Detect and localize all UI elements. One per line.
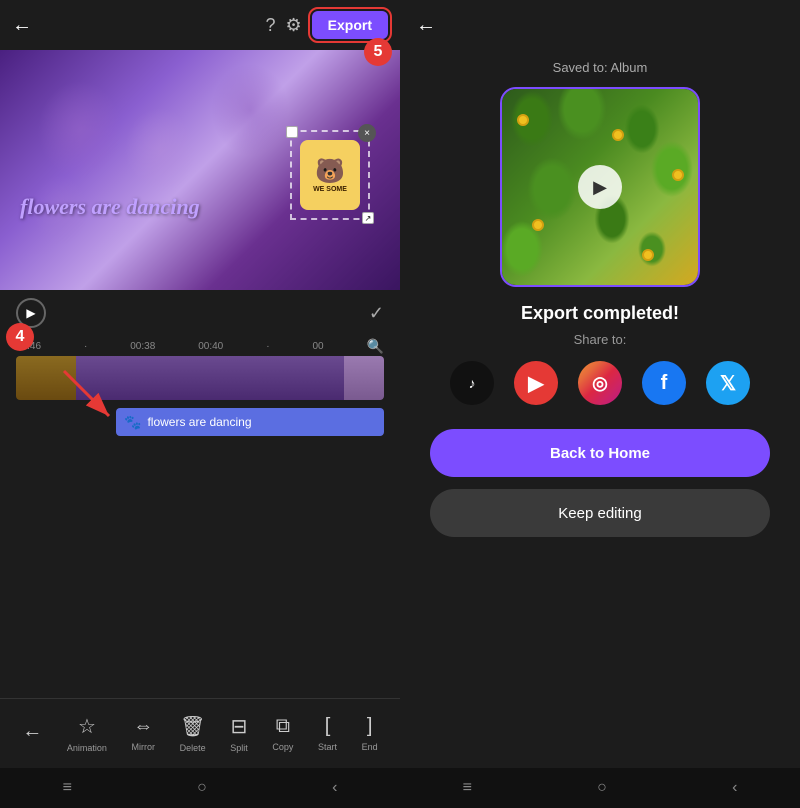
left-panel: ← ? ⚙ Export 5 flowers are dancing × 🐻 W… (0, 0, 400, 808)
tool-start-label: Start (318, 742, 337, 752)
strip-segment-light (344, 356, 384, 400)
tool-copy-label: Copy (272, 742, 293, 752)
tool-end[interactable]: ] End (362, 715, 378, 752)
help-icon[interactable]: ? (266, 15, 276, 36)
dancing-text-overlay: flowers are dancing (20, 194, 200, 220)
youtube-icon: ▶ (528, 371, 543, 396)
nav-home-icon[interactable]: ○ (197, 779, 207, 797)
right-nav-back-icon[interactable]: ‹ (732, 779, 737, 797)
back-button[interactable]: ← (12, 14, 32, 37)
share-label: Share to: (574, 332, 627, 347)
right-back-button[interactable]: ← (416, 14, 436, 37)
step-5-badge: 5 (364, 38, 392, 66)
flower-dot-1 (517, 114, 529, 126)
sticker-label: WE SOME (313, 186, 347, 193)
sticker-handle-topleft[interactable] (286, 126, 298, 138)
back-to-home-button[interactable]: Back to Home (430, 429, 770, 477)
export-completed-text: Export completed! (521, 303, 679, 324)
share-facebook-button[interactable]: f (642, 361, 686, 405)
tool-animation-icon: ☆ (78, 714, 96, 739)
timeline-ruler: 01:46 · 00:38 00:40 · 00 🔍 (0, 336, 400, 356)
ruler-marks: 01:46 · 00:38 00:40 · 00 🔍 (16, 338, 384, 355)
share-twitter-button[interactable]: 𝕏 (706, 361, 750, 405)
facebook-icon: f (661, 372, 668, 395)
tool-back[interactable]: ← (22, 720, 42, 747)
step-4-badge: 4 (6, 323, 34, 351)
sticker-selection-box[interactable]: × 🐻 WE SOME ↗ (290, 130, 370, 220)
right-nav-home-icon[interactable]: ○ (597, 779, 607, 797)
text-track[interactable]: 🐾 flowers are dancing (116, 408, 384, 436)
zoom-icon[interactable]: 🔍 (367, 338, 384, 355)
tool-mirror-icon: ⇔ (133, 715, 153, 738)
text-track-label: flowers are dancing (147, 415, 251, 429)
video-preview: flowers are dancing × 🐻 WE SOME ↗ (0, 50, 400, 290)
sticker-handle-bottomright[interactable]: ↗ (362, 212, 374, 224)
nav-back-icon[interactable]: ‹ (332, 779, 337, 797)
tool-start-icon: [ (325, 715, 331, 738)
right-header: ← (400, 0, 800, 50)
tool-split[interactable]: ⊟ Split (230, 714, 248, 753)
tool-end-label: End (362, 742, 378, 752)
share-youtube-button[interactable]: ▶ (514, 361, 558, 405)
tool-animation-label: Animation (67, 743, 107, 753)
export-thumbnail[interactable]: ▶ (500, 87, 700, 287)
settings-icon[interactable]: ⚙ (286, 15, 302, 36)
share-tiktok-button[interactable]: ♪ (450, 361, 494, 405)
tool-delete-icon: 🗑 (180, 714, 205, 739)
flower-dot-5 (642, 249, 654, 261)
sticker-emoji: 🐻 (315, 157, 345, 186)
tool-delete[interactable]: 🗑 Delete (180, 714, 206, 753)
sticker-content: 🐻 WE SOME (300, 140, 360, 210)
flower-dot-2 (612, 129, 624, 141)
video-background: flowers are dancing × 🐻 WE SOME ↗ (0, 50, 400, 290)
red-arrow-svg (54, 366, 134, 426)
twitter-icon: 𝕏 (720, 371, 736, 396)
share-icons: ♪ ▶ ◎ f 𝕏 (450, 361, 750, 405)
instagram-icon: ◎ (592, 373, 608, 394)
tool-mirror[interactable]: ⇔ Mirror (132, 715, 156, 752)
tool-animation[interactable]: ☆ Animation (67, 714, 107, 753)
checkmark-icon[interactable]: ✓ (369, 303, 384, 324)
timeline-area: ▶ ✓ 01:46 · 00:38 00:40 · 00 🔍 (0, 290, 400, 698)
left-header: ← ? ⚙ Export (0, 0, 400, 50)
time-marker-dot2: · (266, 341, 269, 352)
tool-split-label: Split (230, 743, 248, 753)
tool-back-icon: ← (22, 720, 42, 743)
tool-end-icon: ] (367, 715, 373, 738)
right-nav-bar: ≡ ○ ‹ (400, 768, 800, 808)
keep-editing-button[interactable]: Keep editing (430, 489, 770, 537)
saved-label: Saved to: Album (553, 60, 648, 75)
left-nav-bar: ≡ ○ ‹ (0, 768, 400, 808)
tool-start[interactable]: [ Start (318, 715, 337, 752)
tool-copy[interactable]: ⧉ Copy (272, 715, 293, 752)
tool-mirror-label: Mirror (132, 742, 156, 752)
right-panel: ← Saved to: Album ▶ Export completed! Sh… (400, 0, 800, 808)
share-instagram-button[interactable]: ◎ (578, 361, 622, 405)
sticker-delete-handle[interactable]: × (358, 124, 376, 142)
time-marker-3: 00:40 (198, 341, 223, 352)
text-track-area: 4 🐾 flowers are dancing (16, 408, 384, 436)
bottom-toolbar: ← ☆ Animation ⇔ Mirror 🗑 Delete ⊟ Split … (0, 698, 400, 768)
timeline-controls: ▶ ✓ (0, 290, 400, 336)
time-marker-2: 00:38 (130, 341, 155, 352)
tiktok-icon: ♪ (469, 375, 476, 391)
header-right: ? ⚙ Export (266, 11, 389, 39)
play-overlay[interactable]: ▶ (578, 165, 622, 209)
export-button[interactable]: Export (312, 11, 388, 39)
right-nav-menu-icon[interactable]: ≡ (463, 779, 472, 797)
tool-copy-icon: ⧉ (276, 715, 290, 738)
timeline-wrapper: 4 🐾 flowers are dancing (0, 400, 400, 440)
tool-split-icon: ⊟ (231, 714, 248, 739)
flower-dot-3 (672, 169, 684, 181)
nav-menu-icon[interactable]: ≡ (63, 779, 72, 797)
time-marker-4: 00 (312, 341, 323, 352)
tool-delete-label: Delete (180, 743, 206, 753)
export-result: Saved to: Album ▶ Export completed! Shar… (400, 50, 800, 768)
time-marker-dot1: · (84, 341, 87, 352)
flower-dot-4 (532, 219, 544, 231)
